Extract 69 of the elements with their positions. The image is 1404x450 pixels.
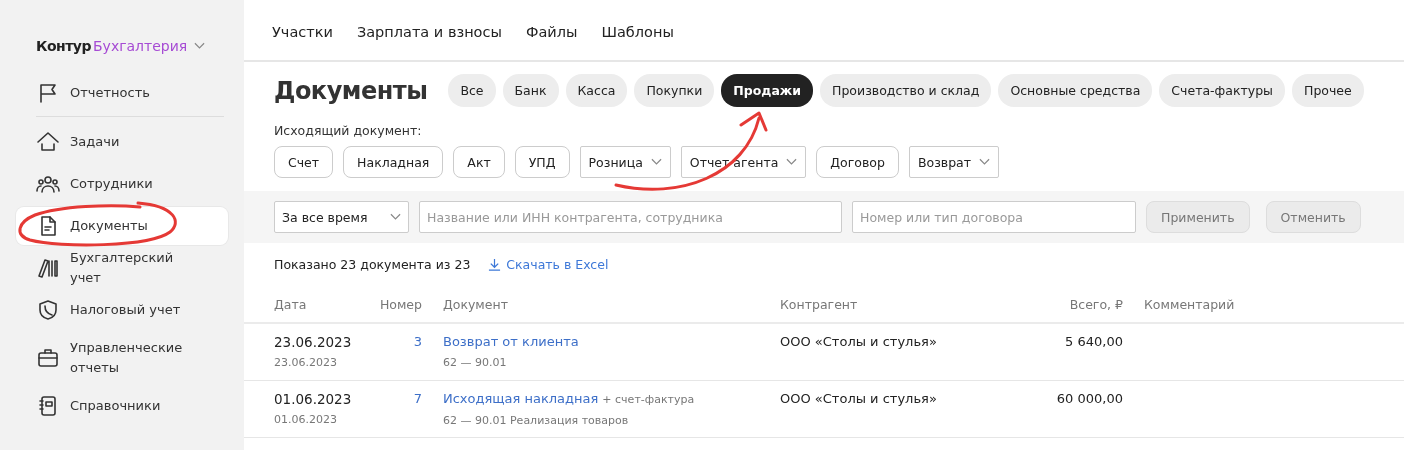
counterparty-text: ООО «Столы и стулья» xyxy=(780,334,937,349)
tab[interactable]: Файлы xyxy=(525,24,578,48)
counterparty-text: ООО «Столы и стулья» xyxy=(780,391,937,406)
shield-icon xyxy=(36,298,60,322)
caret-icon xyxy=(786,158,798,166)
sidebar-item[interactable]: Документы xyxy=(16,207,228,245)
date-subtext: 01.06.2023 xyxy=(274,413,338,426)
number-link[interactable]: 7 xyxy=(413,391,422,406)
tab[interactable]: Зарплата и взносы xyxy=(356,24,502,48)
category-tab[interactable]: Производство и склад xyxy=(820,74,992,107)
briefcase-icon xyxy=(36,346,60,370)
category-tab[interactable]: Прочее xyxy=(1292,74,1364,107)
summary-text: Показано 23 документа из 23 xyxy=(274,257,471,272)
date-text: 23.06.2023 xyxy=(274,333,353,351)
page-title: Документы xyxy=(274,76,428,105)
caret-icon xyxy=(979,158,991,166)
column-header: Дата xyxy=(274,297,308,314)
dropdown-button[interactable]: Розница xyxy=(579,146,671,178)
dropdown-button[interactable]: Отчет агента xyxy=(680,146,807,178)
tab[interactable]: Участки xyxy=(272,24,333,48)
section-label: Исходящий документ: xyxy=(273,122,423,138)
category-tab[interactable]: Покупки xyxy=(634,74,715,107)
dropdown-button[interactable]: Возврат xyxy=(908,146,1000,178)
document-button[interactable]: Счет xyxy=(274,146,334,178)
product-name: Бухгалтерия xyxy=(93,38,188,54)
tab[interactable]: Шаблоны xyxy=(601,24,674,48)
document-button[interactable]: Акт xyxy=(453,146,505,178)
period-dropdown[interactable]: За все время xyxy=(274,201,409,233)
column-header: Номер xyxy=(378,297,422,314)
document-link[interactable]: Исходящая накладная xyxy=(443,391,599,406)
accounts-text: 62 — 90.01 xyxy=(443,356,508,369)
contract-field[interactable]: Номер или тип договора xyxy=(852,201,1136,233)
caret-icon xyxy=(390,213,401,221)
date-text: 01.06.2023 xyxy=(274,390,353,408)
sidebar-item[interactable]: Бухгалтерский учет xyxy=(16,249,228,287)
house-icon xyxy=(36,130,60,154)
document-button[interactable]: Накладная xyxy=(343,146,444,178)
download-link[interactable]: Скачать в Excel xyxy=(488,257,609,272)
brand-name: Контур xyxy=(36,38,91,54)
category-tab[interactable]: Банк xyxy=(502,74,559,107)
sidebar-item[interactable]: Налоговый учет xyxy=(16,291,228,329)
category-tab[interactable]: Продажи xyxy=(721,74,814,107)
caret-icon xyxy=(650,158,662,166)
category-tab[interactable]: Касса xyxy=(565,74,628,107)
column-header: Документ xyxy=(443,297,509,314)
sidebar-item[interactable]: Сотрудники xyxy=(16,165,228,203)
search-field[interactable]: Название или ИНН контрагента, сотрудника xyxy=(419,201,842,233)
sidebar-item[interactable]: Управленческие отчеты xyxy=(16,333,228,383)
books-icon xyxy=(36,256,60,280)
number-link[interactable]: 3 xyxy=(413,334,422,349)
category-tab[interactable]: Основные средства xyxy=(998,74,1153,107)
column-header: Контрагент xyxy=(780,297,859,314)
caret-icon[interactable] xyxy=(194,42,206,50)
accounts-text: 62 — 90.01 Реализация товаров xyxy=(443,414,630,427)
document-button[interactable]: Договор xyxy=(816,146,899,178)
date-subtext: 23.06.2023 xyxy=(274,356,338,369)
download-icon xyxy=(488,258,502,271)
total-text: 5 640,00 xyxy=(1065,334,1123,349)
total-text: 60 000,00 xyxy=(1056,391,1123,406)
sidebar-item[interactable]: Задачи xyxy=(16,123,228,161)
category-tab[interactable]: Счета-фактуры xyxy=(1159,74,1285,107)
sidebar-item[interactable]: Отчетность xyxy=(16,74,228,112)
column-header: Всего, ₽ xyxy=(1068,297,1123,314)
document-link[interactable]: Возврат от клиента xyxy=(443,334,579,349)
category-tab[interactable]: Все xyxy=(448,74,496,107)
document-button[interactable]: УПД xyxy=(514,146,570,178)
column-header: Комментарий xyxy=(1144,297,1236,314)
document-extra: + счет-фактура xyxy=(602,393,695,406)
sidebar-item[interactable]: Справочники xyxy=(16,387,228,425)
